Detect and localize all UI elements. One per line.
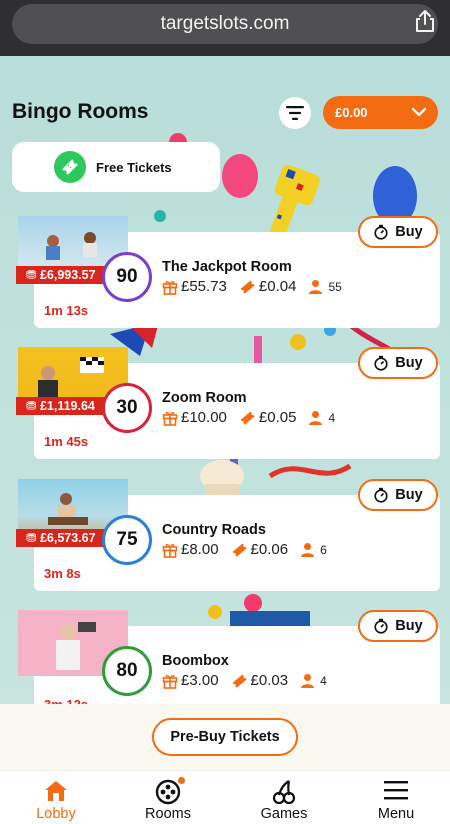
players-count: 4 — [328, 410, 336, 425]
bottom-nav: Lobby Rooms Games Menu — [0, 770, 450, 824]
room-name: The Jackpot Room — [162, 259, 292, 275]
players-count: 4 — [320, 673, 327, 688]
players-count: 55 — [328, 279, 342, 294]
url-text: targetslots.com — [160, 13, 290, 34]
jackpot-amount: £6,573.67 — [39, 531, 96, 545]
stopwatch-icon — [374, 618, 388, 634]
bingo-ball-badge: 75 — [102, 515, 152, 565]
buy-label: Buy — [395, 355, 423, 371]
players-count: 6 — [320, 542, 327, 557]
bingo-ball-icon — [155, 779, 181, 805]
room-stats: £10.00 £0.05 4 — [162, 409, 335, 426]
free-tickets-button[interactable]: Free Tickets — [12, 142, 220, 192]
room-timer: 1m 45s — [44, 434, 89, 449]
buy-button[interactable]: Buy — [358, 479, 438, 511]
jackpot-amount: £6,993.57 — [39, 268, 96, 282]
buy-button[interactable]: Buy — [358, 347, 438, 379]
room-stats: £3.00 £0.03 4 — [162, 672, 327, 689]
hamburger-icon — [384, 781, 408, 800]
jackpot-amount: £1,119.64 — [39, 399, 95, 413]
ticket-price-value: £0.05 — [258, 409, 297, 426]
ticket-price-value: £0.03 — [250, 672, 289, 689]
ticket-price-icon — [239, 410, 256, 426]
prebuy-tickets-button[interactable]: Pre-Buy Tickets — [152, 718, 298, 756]
ticket-price-value: £0.06 — [250, 541, 289, 558]
bingo-ball-badge: 80 — [102, 646, 152, 696]
buy-button[interactable]: Buy — [358, 610, 438, 642]
room-stats: £55.73 £0.04 55 — [162, 278, 342, 295]
gift-icon — [162, 410, 178, 426]
ticket-price-icon — [231, 542, 248, 558]
notification-dot — [178, 777, 185, 784]
prize-value: £10.00 — [181, 409, 227, 426]
free-tickets-label: Free Tickets — [96, 160, 172, 175]
page-title: Bingo Rooms — [12, 100, 149, 123]
room-timer: 3m 8s — [44, 566, 81, 581]
room-name: Country Roads — [162, 522, 266, 538]
prize-value: £3.00 — [181, 672, 219, 689]
room-name: Zoom Room — [162, 390, 247, 406]
players-icon — [300, 673, 315, 689]
home-icon — [45, 781, 67, 801]
buy-label: Buy — [395, 487, 423, 503]
ticket-price-value: £0.04 — [258, 278, 297, 295]
gift-icon — [162, 542, 178, 558]
ticket-price-icon — [231, 673, 248, 689]
room-name: Boombox — [162, 653, 229, 669]
nav-menu[interactable]: Menu — [340, 771, 450, 824]
prize-value: £8.00 — [181, 541, 219, 558]
room-timer: 1m 13s — [44, 303, 89, 318]
nav-rooms[interactable]: Rooms — [112, 771, 224, 824]
players-icon — [308, 279, 323, 295]
room-card[interactable]: ⛃ £1,119.64 1m 45s 30 Zoom Room £10.00 £… — [14, 347, 440, 465]
ticket-price-icon — [239, 279, 256, 295]
share-icon[interactable] — [414, 9, 436, 33]
prize-value: £55.73 — [181, 278, 227, 295]
stopwatch-icon — [374, 487, 388, 503]
room-card[interactable]: ⛃ £6,573.67 3m 8s 75 Country Roads £8.00… — [14, 479, 440, 597]
room-card[interactable]: ⛃ £6,993.57 1m 13s 90 The Jackpot Room £… — [14, 216, 440, 334]
chevron-down-icon — [412, 107, 426, 117]
room-stats: £8.00 £0.06 6 — [162, 541, 327, 558]
players-icon — [300, 542, 315, 558]
nav-games[interactable]: Games — [228, 771, 340, 824]
nav-label: Rooms — [145, 806, 191, 822]
bingo-ball-badge: 30 — [102, 383, 152, 433]
stopwatch-icon — [374, 224, 388, 240]
players-icon — [308, 410, 323, 426]
nav-lobby[interactable]: Lobby — [0, 771, 112, 824]
filter-icon — [286, 106, 304, 120]
nav-label: Menu — [377, 806, 415, 822]
balance-amount: £0.00 — [335, 105, 368, 120]
filter-button[interactable] — [279, 97, 311, 129]
bingo-ball-badge: 90 — [102, 252, 152, 302]
buy-label: Buy — [395, 224, 423, 240]
nav-label: Games — [260, 806, 308, 822]
browser-bar: targetslots.com — [0, 0, 450, 56]
balance-dropdown[interactable]: £0.00 — [323, 96, 438, 129]
ticket-icon — [54, 151, 86, 183]
address-bar[interactable]: targetslots.com — [12, 4, 438, 44]
gift-icon — [162, 279, 178, 295]
nav-label: Lobby — [36, 806, 76, 822]
buy-button[interactable]: Buy — [358, 216, 438, 248]
cherries-icon — [272, 780, 296, 805]
buy-label: Buy — [395, 618, 423, 634]
stopwatch-icon — [374, 355, 388, 371]
gift-icon — [162, 673, 178, 689]
